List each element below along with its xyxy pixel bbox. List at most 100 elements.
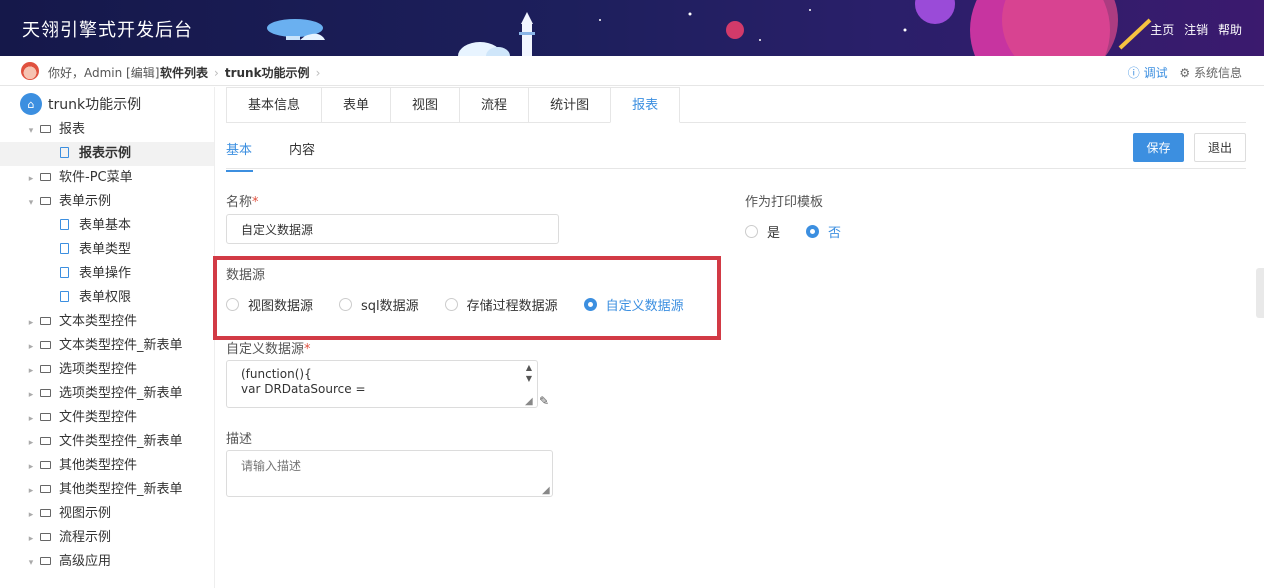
side-panel-handle[interactable] — [1256, 268, 1264, 318]
sidebar-item-label: 选项类型控件_新表单 — [59, 386, 183, 401]
highlight-box — [213, 256, 721, 340]
tab-form[interactable]: 表单 — [321, 87, 392, 122]
sidebar-item[interactable]: ▾ 高级应用 — [0, 550, 214, 575]
folder-icon — [40, 532, 51, 541]
code-line: (function(){ — [241, 367, 312, 381]
sidebar-item[interactable]: ▸ 视图示例 — [0, 502, 214, 527]
folder-icon — [40, 340, 51, 349]
sidebar-item-label: 文本类型控件 — [59, 314, 138, 329]
tab-chart[interactable]: 统计图 — [528, 87, 612, 122]
caret-right-icon[interactable]: ▸ — [26, 311, 36, 335]
scrollbar[interactable]: ▲ ▼ — [522, 362, 536, 384]
description-textarea[interactable] — [226, 450, 553, 497]
sidebar-item-label: 高级应用 — [59, 554, 112, 569]
avatar[interactable] — [21, 62, 39, 80]
sidebar-item[interactable]: 表单权限 — [0, 286, 214, 310]
caret-right-icon[interactable]: ▸ — [26, 383, 36, 407]
tree-root[interactable]: ⌂ trunk功能示例 — [20, 93, 141, 115]
folder-icon — [40, 436, 51, 445]
breadcrumb-software-list[interactable]: 软件列表 — [160, 66, 208, 80]
caret-right-icon[interactable]: ▸ — [26, 167, 36, 191]
logout-link[interactable]: 注销 — [1184, 23, 1208, 37]
sub-tabs: 基本 内容 — [226, 135, 1246, 172]
caret-down-icon[interactable]: ▾ — [26, 191, 36, 215]
save-button[interactable]: 保存 — [1133, 133, 1184, 162]
folder-icon — [40, 556, 51, 565]
chevron-right-icon: › — [214, 66, 219, 80]
radio-checked-icon — [806, 225, 820, 238]
sidebar-item-label: 报表示例 — [79, 146, 132, 161]
print-radio-no[interactable]: 否 — [806, 222, 841, 241]
sidebar-item[interactable]: ▸ 选项类型控件 — [0, 358, 214, 383]
document-icon — [60, 291, 69, 302]
sidebar-item[interactable]: ▸ 其他类型控件 — [0, 454, 214, 479]
folder-icon — [40, 484, 51, 493]
subtab-basic-label: 基本 — [226, 143, 253, 158]
resize-handle-icon[interactable]: ◢ — [542, 485, 550, 496]
folder-icon — [40, 508, 51, 517]
sidebar-item-label: 视图示例 — [59, 506, 112, 521]
debug-link[interactable]: ⓘ 调试 — [1128, 66, 1168, 80]
sidebar-item[interactable]: ▸ 文本类型控件 — [0, 310, 214, 335]
tab-view[interactable]: 视图 — [390, 87, 461, 122]
tab-flow[interactable]: 流程 — [459, 87, 530, 122]
caret-right-icon[interactable]: ▸ — [26, 479, 36, 503]
sidebar-item-label: 其他类型控件 — [59, 458, 138, 473]
caret-right-icon[interactable]: ▸ — [26, 527, 36, 551]
caret-right-icon[interactable]: ▸ — [26, 407, 36, 431]
sidebar-item[interactable]: ▸ 软件-PC菜单 — [0, 166, 214, 191]
print-template-label: 作为打印模板 — [745, 195, 824, 210]
sidebar-item-label: 选项类型控件 — [59, 362, 138, 377]
sidebar-item[interactable]: 报表示例 — [0, 142, 214, 166]
subtab-basic[interactable]: 基本 — [226, 139, 253, 172]
breadcrumb: 软件列表 › trunk功能示例 › — [160, 64, 326, 81]
radio-circle-icon — [745, 225, 758, 238]
caret-right-icon[interactable]: ▸ — [26, 359, 36, 383]
subtab-content[interactable]: 内容 — [289, 139, 315, 158]
tree-root-label: trunk功能示例 — [48, 97, 142, 113]
top-right-actions: ⓘ 调试 ⚙ 系统信息 — [1128, 64, 1242, 81]
sidebar-item[interactable]: ▸ 选项类型控件_新表单 — [0, 382, 214, 407]
edit-icon[interactable]: ✎ — [539, 394, 549, 408]
caret-right-icon[interactable]: ▸ — [26, 431, 36, 455]
header-links: 主页 注销 帮助 — [1144, 21, 1242, 38]
sidebar-item[interactable]: ▸ 流程示例 — [0, 526, 214, 551]
sidebar-item[interactable]: ▸ 文件类型控件 — [0, 406, 214, 431]
caret-down-icon[interactable]: ▾ — [26, 551, 36, 575]
subtab-ink-bar — [226, 170, 253, 172]
greeting-text[interactable]: 你好，Admin [编辑] — [48, 64, 159, 81]
sidebar-item-label: 文件类型控件 — [59, 410, 138, 425]
sidebar-item[interactable]: ▾ 表单示例 — [0, 190, 214, 215]
home-link[interactable]: 主页 — [1150, 23, 1174, 37]
print-template-radios: 是 否 — [745, 222, 867, 241]
caret-right-icon[interactable]: ▸ — [26, 503, 36, 527]
sidebar-item[interactable]: 表单操作 — [0, 262, 214, 286]
code-line: var DRDataSource = — [241, 382, 366, 396]
caret-right-icon[interactable]: ▸ — [26, 455, 36, 479]
resize-handle-icon[interactable]: ◢ — [525, 396, 533, 407]
folder-icon — [40, 172, 51, 181]
system-info-link[interactable]: ⚙ 系统信息 — [1179, 66, 1242, 80]
sidebar-item-label: 文件类型控件_新表单 — [59, 434, 183, 449]
exit-button[interactable]: 退出 — [1194, 133, 1246, 162]
sidebar-item[interactable]: ▾ 报表 — [0, 118, 214, 143]
name-input[interactable] — [226, 214, 559, 244]
sidebar-item[interactable]: ▸ 文本类型控件_新表单 — [0, 334, 214, 359]
sidebar-item-label: 表单示例 — [59, 194, 112, 209]
caret-down-icon[interactable]: ▾ — [26, 119, 36, 143]
sidebar-item-label: 表单类型 — [79, 242, 132, 257]
sidebar-item[interactable]: 表单基本 — [0, 214, 214, 238]
sidebar-item-label: 表单权限 — [79, 290, 132, 305]
caret-right-icon[interactable]: ▸ — [26, 335, 36, 359]
folder-icon — [40, 388, 51, 397]
custom-datasource-code[interactable]: (function(){ var DRDataSource = — [226, 360, 538, 408]
breadcrumb-trunk[interactable]: trunk功能示例 — [225, 66, 310, 80]
tab-basic-info[interactable]: 基本信息 — [226, 87, 323, 122]
tab-report[interactable]: 报表 — [610, 87, 681, 123]
sidebar-item[interactable]: 表单类型 — [0, 238, 214, 262]
print-radio-yes[interactable]: 是 — [745, 222, 780, 241]
name-label: 名称* — [226, 195, 259, 210]
sidebar-item[interactable]: ▸ 文件类型控件_新表单 — [0, 430, 214, 455]
help-link[interactable]: 帮助 — [1218, 23, 1242, 37]
sidebar-item[interactable]: ▸ 其他类型控件_新表单 — [0, 478, 214, 503]
